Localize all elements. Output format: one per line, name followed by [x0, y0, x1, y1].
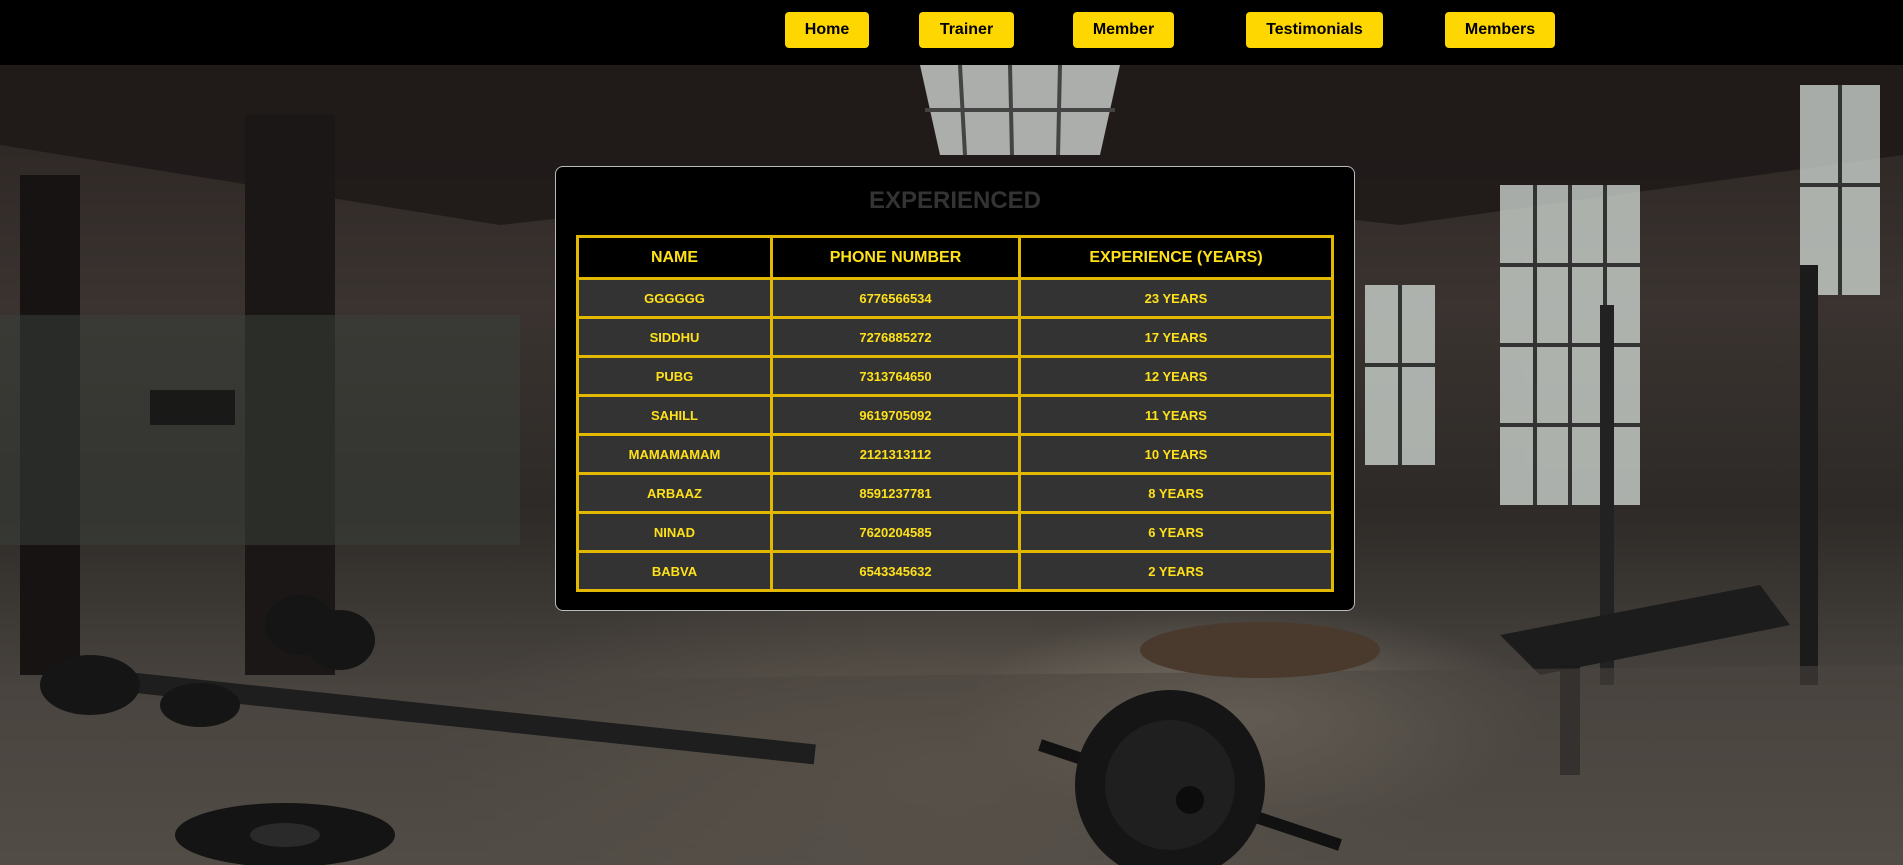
table-header-row: NAME PHONE NUMBER EXPERIENCE (YEARS) [576, 235, 1334, 280]
column-header-experience: EXPERIENCE (YEARS) [1018, 235, 1334, 280]
cell-phone: 7313764650 [770, 355, 1021, 397]
nav-member-button[interactable]: Member [1073, 12, 1174, 48]
table-row: SIDDHU 7276885272 17 YEARS [576, 316, 1334, 358]
cell-phone: 2121313112 [770, 433, 1021, 475]
cell-name: BABVA [576, 550, 773, 592]
table-row: ARBAAZ 8591237781 8 YEARS [576, 472, 1334, 514]
cell-name: SIDDHU [576, 316, 773, 358]
nav-trainer-button[interactable]: Trainer [919, 12, 1014, 48]
table-row: BABVA 6543345632 2 YEARS [576, 550, 1334, 592]
table-row: SAHILL 9619705092 11 YEARS [576, 394, 1334, 436]
cell-experience: 6 YEARS [1018, 511, 1334, 553]
cell-phone: 8591237781 [770, 472, 1021, 514]
cell-name: GGGGGG [576, 277, 773, 319]
table-row: MAMAMAMAM 2121313112 10 YEARS [576, 433, 1334, 475]
cell-name: MAMAMAMAM [576, 433, 773, 475]
column-header-name: NAME [576, 235, 773, 280]
cell-experience: 23 YEARS [1018, 277, 1334, 319]
cell-name: PUBG [576, 355, 773, 397]
experienced-trainers-panel: EXPERIENCED NAME PHONE NUMBER EXPERIENCE… [555, 166, 1355, 611]
panel-title: EXPERIENCED [868, 187, 1042, 214]
nav-members-button[interactable]: Members [1445, 12, 1555, 48]
top-navbar: Home Trainer Member Testimonials Members [0, 0, 1903, 65]
cell-phone: 7276885272 [770, 316, 1021, 358]
cell-phone: 9619705092 [770, 394, 1021, 436]
cell-experience: 8 YEARS [1018, 472, 1334, 514]
cell-phone: 6776566534 [770, 277, 1021, 319]
cell-experience: 12 YEARS [1018, 355, 1334, 397]
table-row: GGGGGG 6776566534 23 YEARS [576, 277, 1334, 319]
cell-experience: 11 YEARS [1018, 394, 1334, 436]
cell-name: SAHILL [576, 394, 773, 436]
cell-name: NINAD [576, 511, 773, 553]
trainers-table: NAME PHONE NUMBER EXPERIENCE (YEARS) GGG… [576, 235, 1334, 592]
cell-name: ARBAAZ [576, 472, 773, 514]
cell-experience: 17 YEARS [1018, 316, 1334, 358]
column-header-phone: PHONE NUMBER [770, 235, 1021, 280]
table-row: NINAD 7620204585 6 YEARS [576, 511, 1334, 553]
cell-phone: 7620204585 [770, 511, 1021, 553]
table-row: PUBG 7313764650 12 YEARS [576, 355, 1334, 397]
nav-home-button[interactable]: Home [785, 12, 869, 48]
cell-experience: 2 YEARS [1018, 550, 1334, 592]
nav-testimonials-button[interactable]: Testimonials [1246, 12, 1383, 48]
cell-experience: 10 YEARS [1018, 433, 1334, 475]
cell-phone: 6543345632 [770, 550, 1021, 592]
